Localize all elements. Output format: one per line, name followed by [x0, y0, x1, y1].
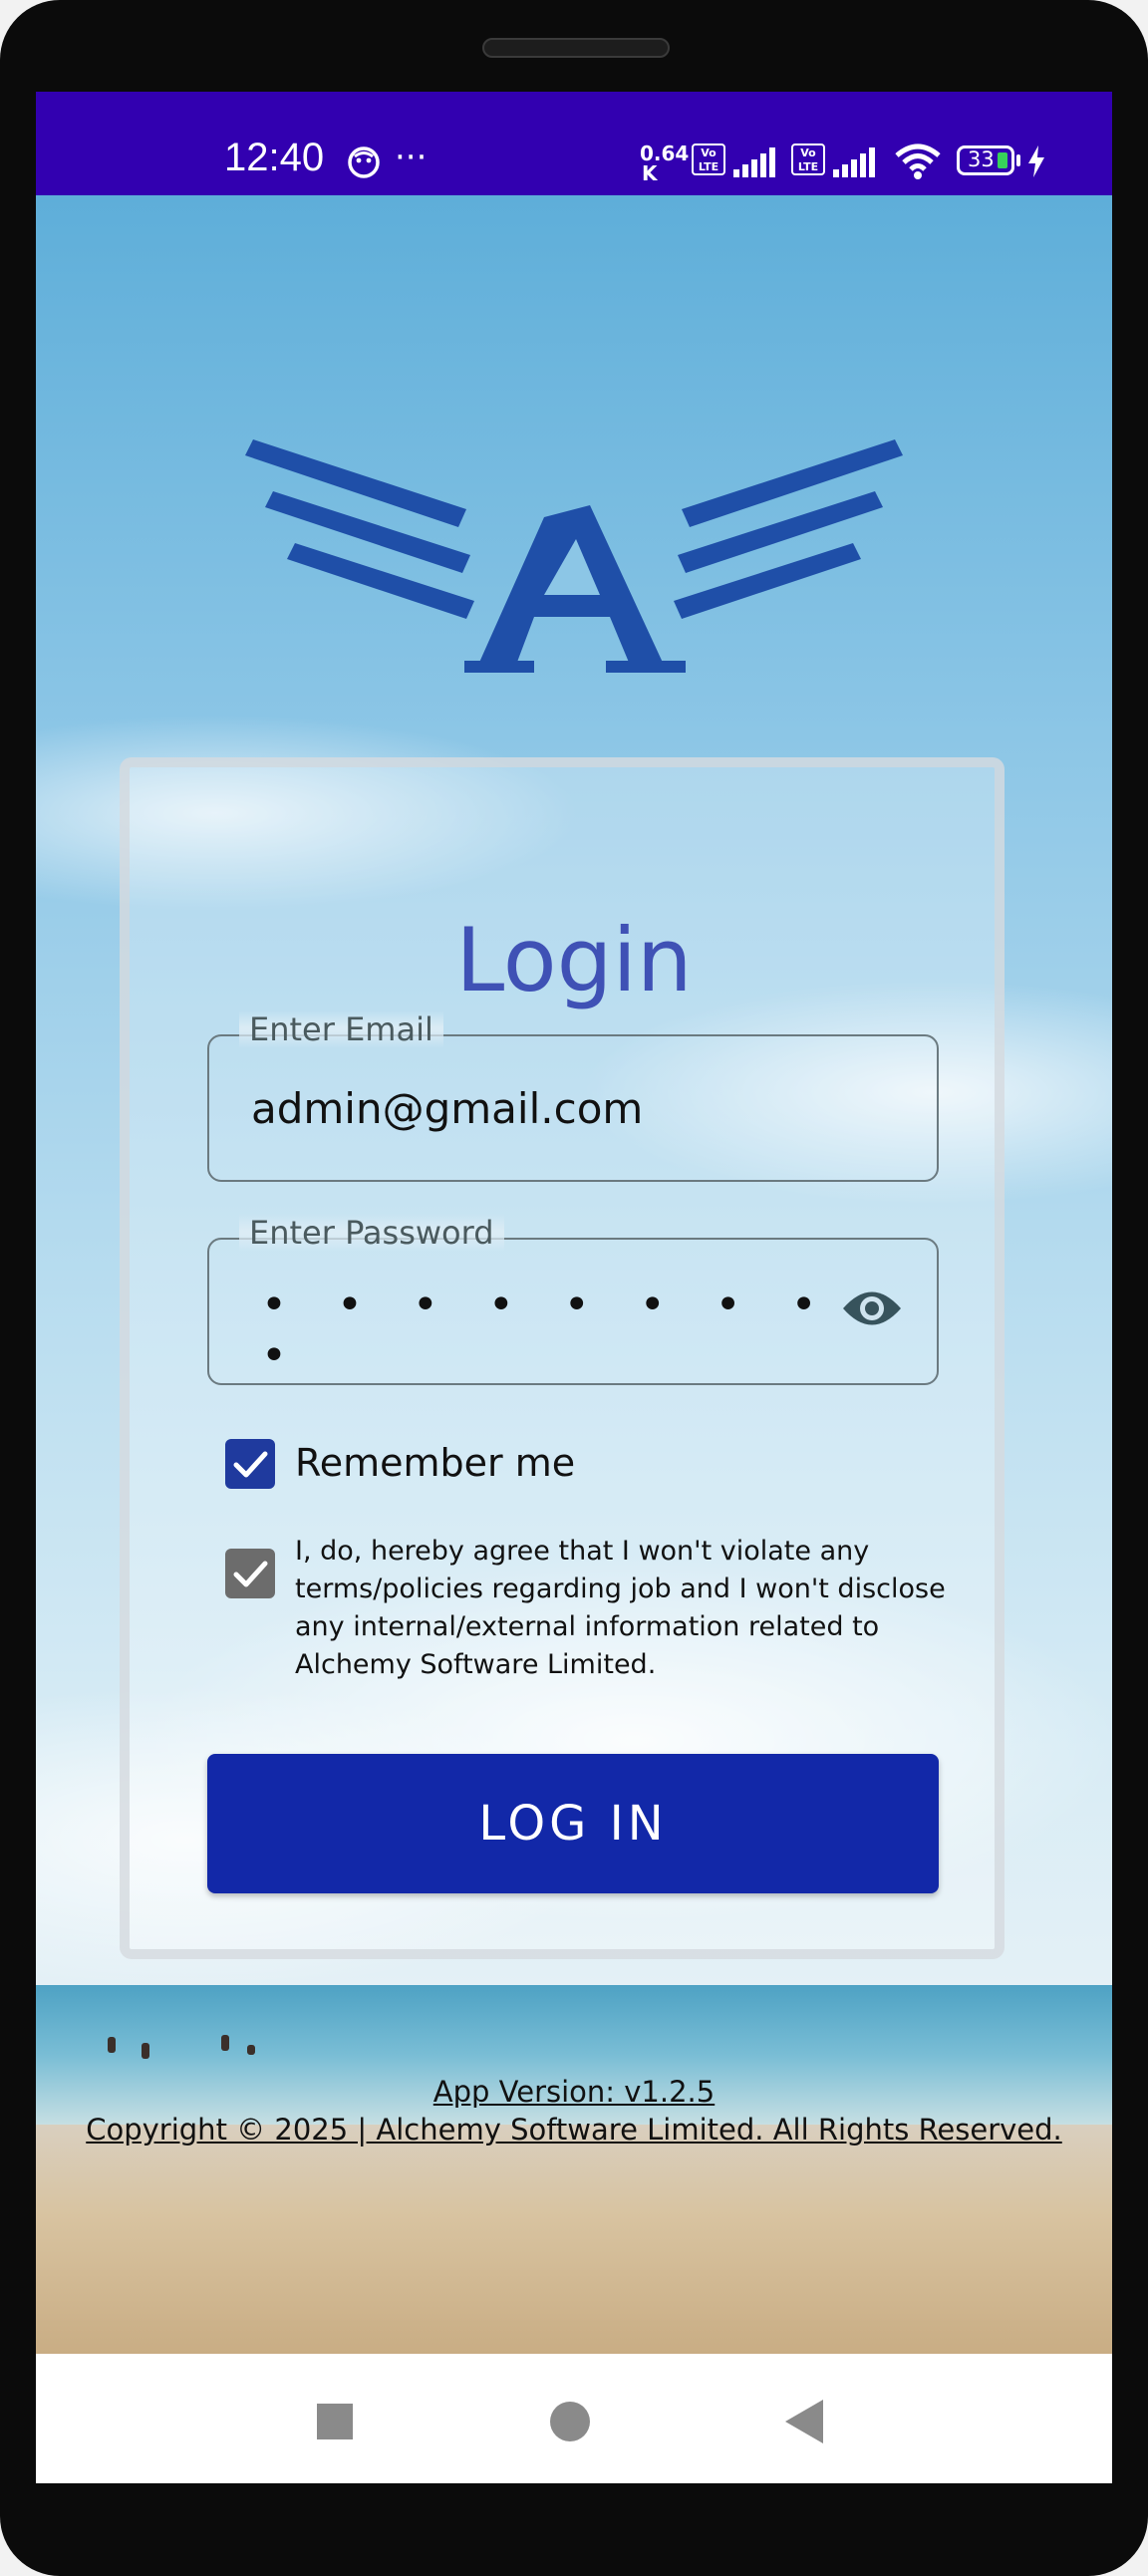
swimmer-figure — [221, 2035, 229, 2051]
recents-icon[interactable] — [317, 2404, 353, 2439]
eye-icon[interactable] — [841, 1284, 903, 1333]
agreement-line: I, do, hereby agree that I won't violate… — [295, 1536, 870, 1567]
home-icon[interactable] — [550, 2402, 590, 2441]
email-input-value[interactable]: admin@gmail.com — [251, 1084, 643, 1133]
system-nav-bar — [36, 2354, 1112, 2483]
status-time: 12:40 — [224, 136, 325, 179]
battery-tip — [1016, 154, 1020, 166]
volte-label: Vo LTE — [698, 146, 719, 173]
password-field[interactable]: Enter Password • • • • • • • • • • — [207, 1214, 939, 1385]
battery-fill — [998, 152, 1007, 168]
swimmer-figure — [142, 2043, 149, 2059]
phone-frame: 12:40 ··· 0.64 K Vo LTE Vo LTE 33 Login … — [0, 0, 1148, 2576]
net-speed-unit: K — [642, 161, 658, 185]
agreement-line: Alchemy Software Limited. — [295, 1649, 657, 1680]
email-field[interactable]: Enter Email admin@gmail.com — [207, 1010, 939, 1182]
company-logo — [245, 439, 903, 673]
agreement-line: any internal/external information relate… — [295, 1611, 880, 1642]
copyright-link[interactable]: Copyright © 2025 | Alchemy Software Limi… — [36, 2113, 1112, 2147]
face-icon — [348, 146, 380, 178]
app-version-link[interactable]: App Version: v1.2.5 — [36, 2075, 1112, 2109]
battery-level: 33 — [968, 147, 995, 171]
agreement-checkbox[interactable] — [225, 1549, 275, 1598]
signal-icon — [833, 147, 875, 177]
sand-background — [36, 2125, 1112, 2354]
remember-me-label[interactable]: Remember me — [295, 1441, 575, 1485]
charging-icon — [1028, 145, 1044, 177]
check-icon — [233, 1561, 268, 1587]
more-notifications-icon: ··· — [395, 138, 428, 177]
screen: 12:40 ··· 0.64 K Vo LTE Vo LTE 33 Login … — [36, 92, 1112, 2483]
check-icon — [233, 1451, 268, 1478]
status-bar: 12:40 ··· 0.64 K Vo LTE Vo LTE 33 — [36, 92, 1112, 195]
swimmer-figure — [108, 2037, 116, 2053]
login-button[interactable]: LOG IN — [207, 1754, 939, 1893]
battery-icon: 33 — [957, 145, 1014, 175]
password-input-value[interactable]: • • • • • • • • • • — [261, 1280, 937, 1381]
earpiece-speaker — [482, 38, 670, 58]
remember-me-checkbox[interactable] — [225, 1439, 275, 1489]
agreement-line: terms/policies regarding job and I won't… — [295, 1574, 946, 1604]
volte-label: Vo LTE — [797, 146, 819, 173]
agreement-text: I, do, hereby agree that I won't violate… — [295, 1533, 953, 1684]
volte-icon: Vo LTE — [692, 143, 725, 175]
password-field-label: Enter Password — [239, 1214, 504, 1252]
signal-icon — [733, 147, 775, 177]
login-title: Login — [455, 909, 693, 1011]
wifi-icon — [895, 143, 941, 179]
back-icon[interactable] — [785, 2400, 823, 2443]
volte-icon: Vo LTE — [791, 143, 825, 175]
email-field-label: Enter Email — [239, 1010, 443, 1048]
swimmer-figure — [247, 2045, 255, 2055]
